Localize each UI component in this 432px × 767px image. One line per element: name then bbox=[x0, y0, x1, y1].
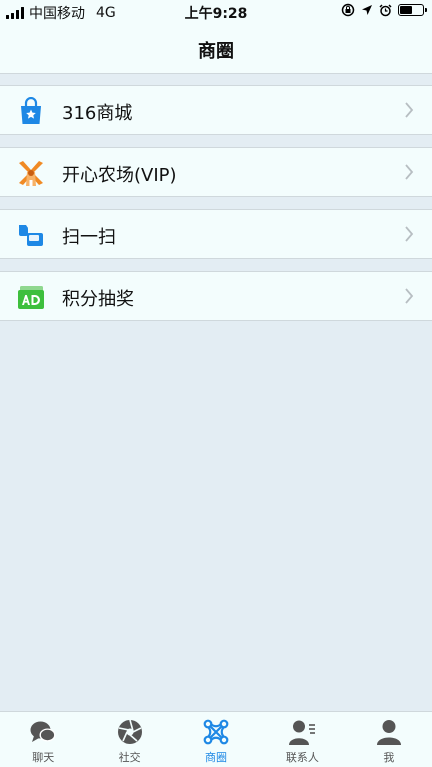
tab-bar: 聊天 社交 商圈 联系人 我 bbox=[0, 711, 432, 767]
menu-item-shop[interactable]: 316商城 bbox=[0, 85, 432, 135]
network-icon bbox=[203, 719, 229, 745]
tab-label: 社交 bbox=[118, 751, 141, 764]
aperture-icon bbox=[117, 719, 142, 744]
menu-item-farm[interactable]: 开心农场(VIP) bbox=[0, 147, 432, 197]
scan-icon bbox=[19, 225, 43, 246]
tab-label: 联系人 bbox=[285, 751, 319, 764]
tab-label: 我 bbox=[383, 751, 395, 764]
rotation-lock-icon bbox=[341, 3, 355, 17]
status-bar: 中国移动 4G 上午9:28 bbox=[0, 0, 432, 24]
battery-fill bbox=[400, 6, 412, 14]
tab-business[interactable]: 商圈 bbox=[173, 712, 259, 767]
ad-ticket-icon bbox=[18, 286, 44, 309]
nav-bar: 商圈 bbox=[0, 24, 432, 74]
chevron-right-icon bbox=[405, 288, 414, 304]
chevron-right-icon bbox=[405, 102, 414, 118]
person-icon bbox=[376, 720, 401, 745]
chevron-right-icon bbox=[405, 164, 414, 180]
alarm-icon bbox=[379, 3, 392, 16]
menu-item-scan[interactable]: 扫一扫 bbox=[0, 209, 432, 259]
menu-item-label: 积分抽奖 bbox=[62, 289, 134, 310]
location-arrow-icon bbox=[362, 5, 372, 15]
status-right bbox=[341, 3, 427, 17]
page-title: 商圈 bbox=[198, 41, 234, 62]
tab-social[interactable]: 社交 bbox=[86, 712, 172, 767]
tab-chat[interactable]: 聊天 bbox=[0, 712, 86, 767]
menu-item-label: 扫一扫 bbox=[62, 227, 116, 248]
tab-me[interactable]: 我 bbox=[346, 712, 432, 767]
battery-icon bbox=[398, 4, 427, 16]
menu-item-label: 316商城 bbox=[62, 103, 133, 124]
menu-item-lottery[interactable]: 积分抽奖 bbox=[0, 271, 432, 321]
chevron-right-icon bbox=[405, 226, 414, 242]
contacts-icon bbox=[289, 720, 316, 745]
windmill-icon bbox=[19, 161, 43, 186]
chat-bubble-icon bbox=[30, 721, 56, 742]
shopping-bag-icon bbox=[21, 97, 41, 124]
tab-label: 商圈 bbox=[205, 751, 228, 764]
tab-contacts[interactable]: 联系人 bbox=[259, 712, 345, 767]
tab-label: 聊天 bbox=[32, 751, 55, 764]
menu-item-label: 开心农场(VIP) bbox=[62, 165, 177, 186]
